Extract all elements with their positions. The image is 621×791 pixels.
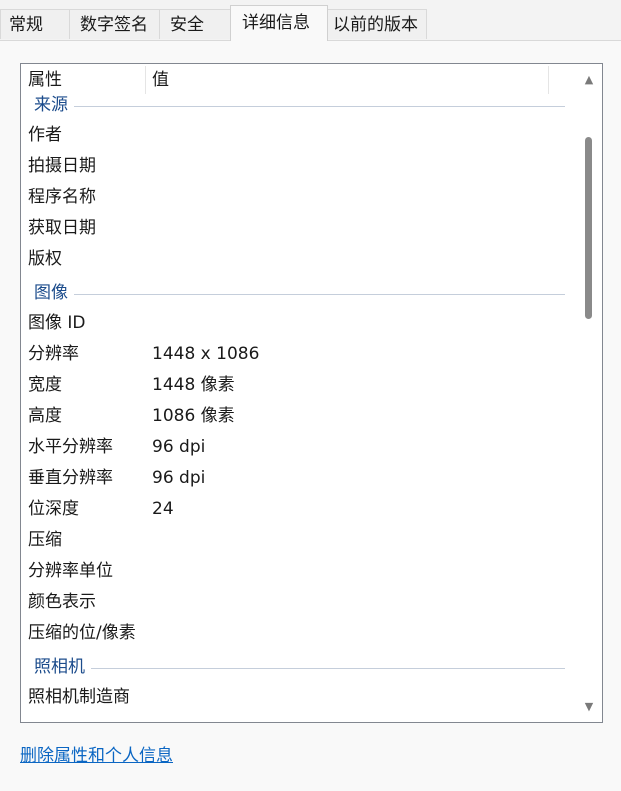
property-name: 高度 [28, 406, 62, 426]
list-item[interactable]: 版权 [21, 244, 573, 275]
group-header-source[interactable]: 来源 [21, 92, 573, 118]
property-list[interactable]: 属性 值 来源 作者 拍摄日期 程序名称 获取日期 版权 图像 图像 ID 分辨… [20, 63, 603, 723]
list-item[interactable]: 获取日期 [21, 213, 573, 244]
property-name: 颜色表示 [28, 592, 96, 612]
scrollbar-thumb[interactable] [585, 137, 592, 319]
column-separator[interactable] [548, 66, 549, 94]
property-name: 垂直分辨率 [28, 468, 113, 488]
tab-digital-signatures[interactable]: 数字签名 [69, 9, 160, 39]
property-name: 压缩的位/像素 [28, 623, 136, 643]
scroll-down-button[interactable]: ▼ [576, 694, 602, 720]
list-item[interactable]: 宽度 1448 像素 [21, 370, 573, 401]
group-divider [34, 668, 565, 669]
list-item[interactable]: 分辨率 1448 x 1086 [21, 339, 573, 370]
property-value: 1448 像素 [152, 375, 235, 395]
property-name: 分辨率单位 [28, 561, 113, 581]
tab-previous-versions[interactable]: 以前的版本 [327, 9, 427, 39]
property-value: 96 dpi [152, 437, 206, 457]
property-value: 96 dpi [152, 468, 206, 488]
list-item[interactable]: 拍摄日期 [21, 151, 573, 182]
remove-properties-link[interactable]: 删除属性和个人信息 [20, 743, 173, 769]
triangle-up-icon: ▲ [584, 73, 594, 86]
property-name: 图像 ID [28, 313, 86, 333]
property-name: 程序名称 [28, 187, 96, 207]
tab-general[interactable]: 常规 [0, 9, 70, 39]
list-item[interactable]: 照相机制造商 [21, 682, 573, 713]
list-item[interactable]: 水平分辨率 96 dpi [21, 432, 573, 463]
group-title: 图像 [34, 280, 74, 306]
property-name: 拍摄日期 [28, 156, 96, 176]
group-header-image[interactable]: 图像 [21, 280, 573, 306]
tab-bar: 常规 数字签名 安全 详细信息 以前的版本 [0, 0, 621, 41]
property-name: 水平分辨率 [28, 437, 113, 457]
property-value: 24 [152, 499, 174, 519]
list-item[interactable]: 压缩的位/像素 [21, 618, 573, 649]
column-separator[interactable] [145, 66, 146, 94]
group-header-camera[interactable]: 照相机 [21, 654, 573, 680]
triangle-down-icon: ▼ [584, 700, 594, 713]
group-title: 照相机 [34, 654, 91, 680]
property-name: 照相机制造商 [28, 687, 130, 707]
property-name: 位深度 [28, 499, 79, 519]
vertical-scrollbar[interactable]: ▲ ▼ [576, 64, 602, 722]
property-name: 压缩 [28, 530, 62, 550]
property-name: 宽度 [28, 375, 62, 395]
list-item[interactable]: 垂直分辨率 96 dpi [21, 463, 573, 494]
property-value: 1086 像素 [152, 406, 235, 426]
property-value: 1448 x 1086 [152, 344, 260, 364]
property-name: 分辨率 [28, 344, 79, 364]
list-item[interactable]: 分辨率单位 [21, 556, 573, 587]
property-name: 作者 [28, 125, 62, 145]
group-divider [34, 106, 565, 107]
list-item[interactable]: 高度 1086 像素 [21, 401, 573, 432]
group-divider [34, 294, 565, 295]
list-item[interactable]: 程序名称 [21, 182, 573, 213]
list-item[interactable]: 位深度 24 [21, 494, 573, 525]
property-name: 获取日期 [28, 218, 96, 238]
list-item[interactable]: 作者 [21, 120, 573, 151]
tab-security[interactable]: 安全 [159, 9, 231, 39]
group-title: 来源 [34, 92, 74, 118]
scroll-up-button[interactable]: ▲ [576, 67, 602, 93]
list-item[interactable]: 颜色表示 [21, 587, 573, 618]
tab-details[interactable]: 详细信息 [230, 5, 328, 41]
property-rows: 属性 值 来源 作者 拍摄日期 程序名称 获取日期 版权 图像 图像 ID 分辨… [21, 64, 573, 722]
list-item[interactable]: 压缩 [21, 525, 573, 556]
list-item[interactable]: 图像 ID [21, 308, 573, 339]
property-name: 版权 [28, 249, 62, 269]
